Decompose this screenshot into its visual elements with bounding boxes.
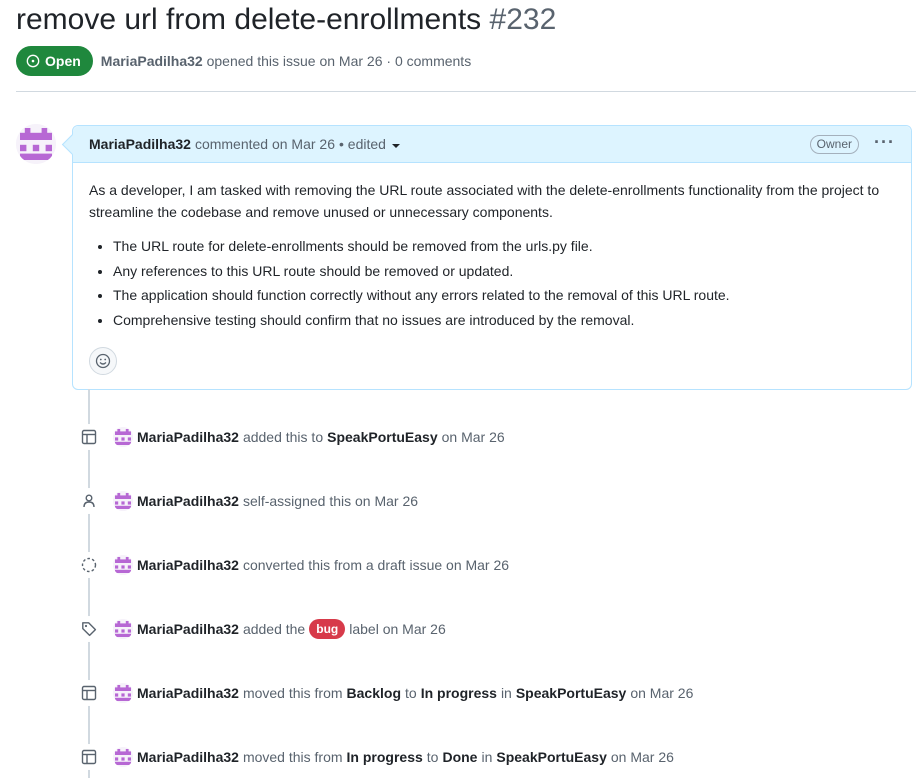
status-badge: Open — [16, 46, 93, 76]
event-timestamp[interactable]: on Mar 26 — [442, 429, 505, 445]
event-text-part: added this to — [242, 429, 324, 445]
event-text: MariaPadilha32 moved this from In progre… — [137, 749, 678, 765]
timeline-event-converted: MariaPadilha32 converted this from a dra… — [76, 552, 916, 578]
status-from: In progress — [346, 749, 423, 765]
table-icon — [76, 744, 102, 770]
comment-intro: As a developer, I am tasked with removin… — [89, 182, 880, 220]
event-actor-link[interactable]: MariaPadilha32 — [137, 621, 239, 637]
event-timestamp[interactable]: label on Mar 26 — [349, 621, 446, 637]
comment-author-avatar[interactable] — [16, 124, 56, 164]
status-to: Done — [442, 749, 478, 765]
smiley-icon — [95, 353, 111, 369]
event-text-part: added the — [242, 621, 306, 637]
comment-body: As a developer, I am tasked with removin… — [73, 163, 911, 331]
status-from: Backlog — [346, 685, 401, 701]
table-icon — [76, 424, 102, 450]
event-text-part: moved this from — [242, 685, 343, 701]
event-text: MariaPadilha32 moved this from Backlog t… — [137, 685, 697, 701]
timeline-event-moved: MariaPadilha32 moved this from In progre… — [76, 744, 916, 770]
event-timestamp[interactable]: on Mar 26 — [611, 749, 674, 765]
event-text-part: self-assigned this on Mar 26 — [242, 493, 419, 509]
event-actor-link[interactable]: MariaPadilha32 — [137, 685, 239, 701]
chevron-down-icon[interactable] — [391, 143, 400, 148]
list-item: The application should function correctl… — [113, 284, 895, 306]
event-text-part: to — [426, 749, 439, 765]
event-text-part: in — [500, 685, 512, 701]
issue-meta-text: MariaPadilha32 opened this issue on Mar … — [101, 53, 471, 69]
avatar[interactable] — [113, 747, 133, 767]
event-text-part: to — [405, 685, 417, 701]
list-item: The URL route for delete-enrollments sho… — [113, 235, 895, 257]
event-actor-link[interactable]: MariaPadilha32 — [137, 429, 239, 445]
comment-options-icon[interactable]: ··· — [874, 133, 895, 151]
timeline-event-self-assigned: MariaPadilha32 self-assigned this on Mar… — [76, 488, 916, 514]
owner-badge: Owner — [809, 135, 859, 154]
avatar[interactable] — [113, 427, 133, 447]
edited-history-dropdown[interactable]: • edited — [339, 136, 386, 152]
tag-icon — [76, 616, 102, 642]
project-link[interactable]: SpeakPortuEasy — [516, 685, 627, 701]
issue-author-link[interactable]: MariaPadilha32 — [101, 53, 203, 69]
avatar[interactable] — [113, 683, 133, 703]
event-text: MariaPadilha32 self-assigned this on Mar… — [137, 493, 422, 509]
project-link[interactable]: SpeakPortuEasy — [327, 429, 438, 445]
add-reaction-button[interactable] — [89, 347, 117, 375]
event-text: MariaPadilha32 converted this from a dra… — [137, 557, 513, 573]
project-link[interactable]: SpeakPortuEasy — [496, 749, 607, 765]
person-icon — [76, 488, 102, 514]
avatar[interactable] — [113, 491, 133, 511]
header-divider — [16, 91, 916, 92]
status-to: In progress — [420, 685, 497, 701]
comment-bullet-list: The URL route for delete-enrollments sho… — [89, 235, 895, 331]
comment-header: MariaPadilha32 commented on Mar 26 • edi… — [73, 126, 911, 163]
issue-meta: Open MariaPadilha32 opened this issue on… — [16, 45, 471, 77]
timeline-event-moved: MariaPadilha32 moved this from Backlog t… — [76, 680, 916, 706]
event-text: MariaPadilha32 added this to SpeakPortuE… — [137, 429, 509, 445]
comment-author-link[interactable]: MariaPadilha32 — [89, 136, 191, 152]
issue-title: remove url from delete-enrollments #232 — [16, 0, 556, 40]
dashed-circle-icon — [76, 552, 102, 578]
issue-title-text: remove url from delete-enrollments — [16, 3, 482, 36]
event-text-part: moved this from — [242, 749, 343, 765]
timeline-event-added-to-project: MariaPadilha32 added this to SpeakPortuE… — [76, 424, 916, 450]
list-item: Any references to this URL route should … — [113, 260, 895, 282]
avatar[interactable] — [113, 619, 133, 639]
issue-comment: MariaPadilha32 commented on Mar 26 • edi… — [72, 125, 912, 390]
event-actor-link[interactable]: MariaPadilha32 — [137, 493, 239, 509]
event-text: MariaPadilha32 added the bug label on Ma… — [137, 619, 450, 639]
list-item: Comprehensive testing should confirm tha… — [113, 309, 895, 331]
issue-opened-text: opened this issue on Mar 26 · 0 comments — [206, 53, 472, 69]
issue-number: #232 — [489, 3, 557, 36]
circle-dot-icon — [26, 54, 40, 68]
event-text-part: converted this from a draft issue on Mar… — [242, 557, 510, 573]
event-timestamp[interactable]: on Mar 26 — [630, 685, 693, 701]
event-text-part: in — [481, 749, 493, 765]
event-actor-link[interactable]: MariaPadilha32 — [137, 749, 239, 765]
bug-label[interactable]: bug — [309, 619, 346, 639]
avatar[interactable] — [113, 555, 133, 575]
timeline-event-labeled: MariaPadilha32 added the bug label on Ma… — [76, 616, 916, 642]
event-actor-link[interactable]: MariaPadilha32 — [137, 557, 239, 573]
comment-timestamp[interactable]: commented on Mar 26 — [195, 136, 335, 152]
status-badge-label: Open — [45, 53, 81, 69]
table-icon — [76, 680, 102, 706]
